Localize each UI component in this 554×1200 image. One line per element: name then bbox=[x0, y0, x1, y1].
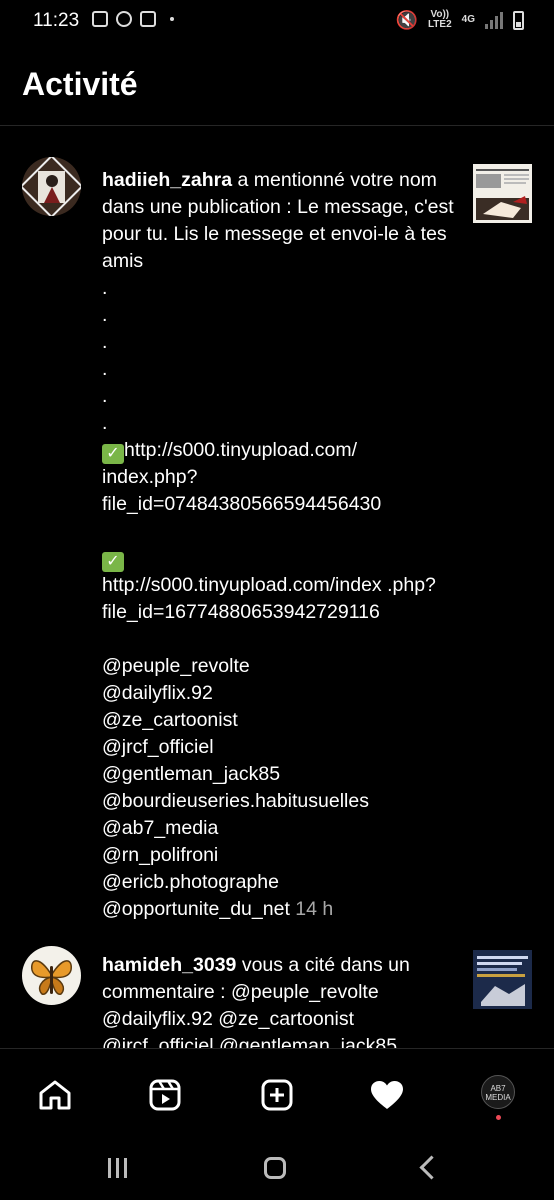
activity-heart-icon[interactable] bbox=[367, 1075, 407, 1115]
check-mark-icon: ✓ bbox=[102, 444, 124, 464]
network-indicator: Vo)) LTE2 bbox=[428, 10, 452, 30]
create-icon[interactable] bbox=[257, 1075, 297, 1115]
link-block: ✓ http://s000.tinyupload.com/ index.php? … bbox=[102, 437, 457, 518]
dot-line: . bbox=[102, 412, 108, 434]
notification-text[interactable]: hamideh_3039 vous a cité dans un comment… bbox=[102, 952, 457, 1048]
mention[interactable]: @gentleman_jack85 bbox=[102, 761, 457, 788]
mention[interactable]: @peuple_revolte bbox=[102, 653, 457, 680]
signal-icon bbox=[485, 11, 503, 29]
dot-line: . bbox=[102, 304, 108, 326]
post-thumbnail[interactable] bbox=[473, 950, 532, 1009]
avatar-image bbox=[22, 157, 81, 216]
check-mark-icon: ✓ bbox=[102, 552, 124, 572]
avatar[interactable] bbox=[22, 946, 81, 1005]
gallery-icon bbox=[92, 11, 108, 27]
username[interactable]: hadiieh_zahra bbox=[102, 169, 232, 191]
home-button-icon[interactable] bbox=[264, 1157, 286, 1179]
post-thumbnail-image bbox=[473, 950, 532, 1009]
mention-with-time: @opportunite_du_net 14 h bbox=[102, 896, 457, 923]
notification-message: hadiieh_zahra a mentionné votre nom dans… bbox=[102, 167, 457, 275]
mention[interactable]: @jrcf_officiel bbox=[102, 734, 457, 761]
dot-line: . bbox=[102, 277, 108, 299]
home-icon[interactable] bbox=[35, 1075, 75, 1115]
dot-line: . bbox=[102, 358, 108, 380]
mention[interactable]: @ericb.photographe bbox=[102, 869, 457, 896]
status-bar: 11:23 🔇 Vo)) LTE2 4G bbox=[0, 0, 554, 44]
android-nav-bar bbox=[0, 1134, 554, 1200]
post-thumbnail[interactable] bbox=[473, 164, 532, 223]
profile-label: AB7 MEDIA bbox=[485, 1084, 511, 1102]
mention[interactable]: @ze_cartoonist bbox=[102, 707, 457, 734]
lte-label: LTE2 bbox=[427, 19, 452, 30]
post-thumbnail-image bbox=[473, 164, 532, 223]
more-notifications-icon bbox=[170, 17, 174, 21]
mention[interactable]: @bourdieuseries.habitusuelles bbox=[102, 788, 457, 815]
time-ago: 14 h bbox=[295, 898, 334, 920]
link-block: ✓ http://s000.tinyupload.com/index .php?f… bbox=[102, 545, 457, 626]
notification-dot bbox=[496, 1115, 501, 1120]
recents-icon[interactable] bbox=[108, 1158, 127, 1178]
profile-avatar[interactable]: AB7 MEDIA bbox=[481, 1075, 515, 1109]
avatar-image bbox=[22, 946, 81, 1005]
notification-message: hamideh_3039 vous a cité dans un comment… bbox=[102, 952, 457, 1048]
activity-feed[interactable]: hadiieh_zahra a mentionné votre nom dans… bbox=[0, 126, 554, 1048]
avatar[interactable] bbox=[22, 157, 81, 216]
system-icons: 🔇 Vo)) LTE2 4G bbox=[396, 10, 524, 30]
mention[interactable]: @rn_polifroni bbox=[102, 842, 457, 869]
username[interactable]: hamideh_3039 bbox=[102, 954, 236, 976]
notification-icons bbox=[92, 11, 174, 27]
network-type: 4G bbox=[461, 14, 475, 25]
link-1[interactable]: http://s000.tinyupload.com/ index.php? f… bbox=[102, 439, 381, 515]
mention[interactable]: @opportunite_du_net bbox=[102, 898, 290, 920]
reels-icon[interactable] bbox=[145, 1075, 185, 1115]
dot-line: . bbox=[102, 385, 108, 407]
battery-icon bbox=[513, 10, 524, 30]
status-time: 11:23 bbox=[33, 10, 80, 31]
dot-line: . bbox=[102, 331, 108, 353]
bottom-nav: AB7 MEDIA bbox=[0, 1049, 554, 1134]
mention[interactable]: @dailyflix.92 bbox=[102, 680, 457, 707]
page-title: Activité bbox=[22, 66, 138, 102]
back-icon[interactable] bbox=[419, 1155, 444, 1180]
whatsapp-icon bbox=[116, 11, 132, 27]
voicemail-icon bbox=[140, 11, 156, 27]
mute-icon: 🔇 bbox=[395, 10, 418, 30]
link-2[interactable]: http://s000.tinyupload.com/index .php?fi… bbox=[102, 574, 436, 623]
mention[interactable]: @ab7_media bbox=[102, 815, 457, 842]
notification-text[interactable]: hadiieh_zahra a mentionné votre nom dans… bbox=[102, 167, 457, 923]
